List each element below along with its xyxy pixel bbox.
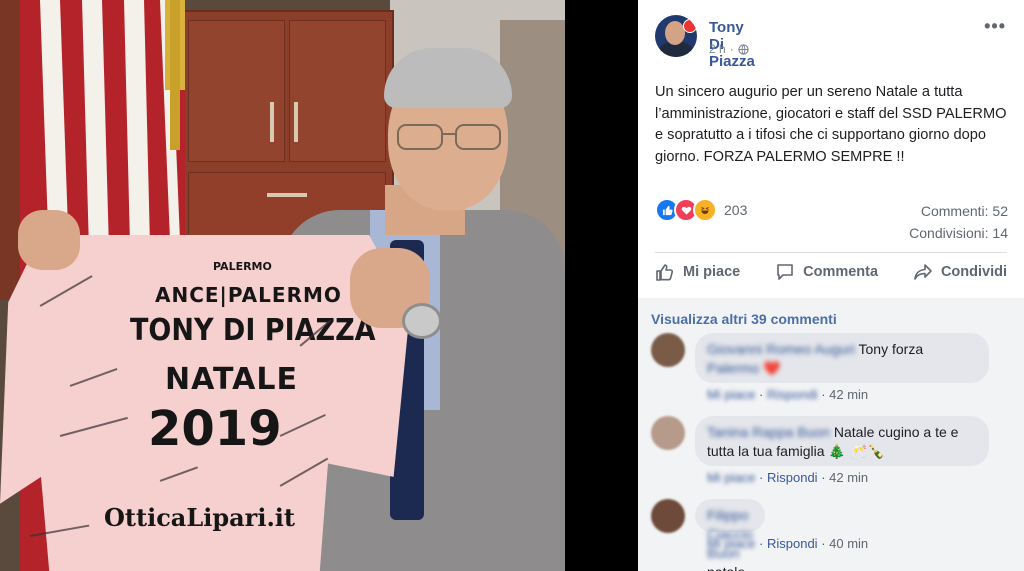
reactions-summary[interactable]: 203 <box>655 198 747 222</box>
comment-like-link[interactable]: Mi piace <box>707 387 755 402</box>
commenter-name[interactable]: Filippo Ciaccio Buon <box>707 507 753 561</box>
comment-reply-link[interactable]: Rispondi <box>767 536 818 551</box>
post-time[interactable]: 2 h <box>709 42 726 56</box>
left-hand <box>18 210 80 270</box>
comment-reply-link[interactable]: Rispondi <box>767 470 818 485</box>
thumbs-up-icon <box>656 264 674 281</box>
comment-text: Natale cugino a te e <box>833 424 959 440</box>
haha-icon <box>693 198 717 222</box>
comment-bubble: Tanina Rappa Buon Natale cugino a te e t… <box>695 416 989 466</box>
jersey-bottom-sponsor: OtticaLipari.it <box>104 503 296 532</box>
hair <box>384 48 512 108</box>
more-options-icon[interactable]: ••• <box>984 16 1006 37</box>
comment-avatar[interactable] <box>651 333 685 367</box>
eyeglasses <box>397 124 501 150</box>
jersey-brand: PALERMO <box>213 260 272 273</box>
comment-reply-link[interactable]: Rispondi <box>767 387 818 402</box>
post-meta: 2 h · <box>709 42 749 56</box>
jersey-year: 2019 <box>148 401 282 457</box>
shares-count[interactable]: Condivisioni: 14 <box>909 222 1008 244</box>
comments-count[interactable]: Commenti: 52 <box>909 200 1008 222</box>
comment-meta: Mi piace · Rispondi · 40 min <box>707 536 869 551</box>
commenter-name[interactable]: Giovanni Romeo Auguri <box>707 341 855 357</box>
globe-icon <box>738 43 749 55</box>
wristwatch <box>402 303 442 339</box>
comment-time: 42 min <box>829 387 869 402</box>
comment-meta: Mi piace · Rispondi · 42 min <box>707 387 869 402</box>
comment-icon <box>777 264 793 280</box>
like-button[interactable]: Mi piace <box>655 262 740 282</box>
avatar[interactable] <box>655 15 697 57</box>
share-icon <box>914 264 932 280</box>
divider <box>655 252 1007 253</box>
action-bar: Mi piace Commenta Condividi <box>655 262 1007 282</box>
comment-meta: Mi piace · Rispondi · 42 min <box>707 470 869 485</box>
share-button[interactable]: Condividi <box>913 262 1007 282</box>
comment-button[interactable]: Commenta <box>775 262 878 282</box>
post-stats: Commenti: 52 Condivisioni: 14 <box>909 200 1008 244</box>
commenter-name[interactable]: Tanina Rappa Buon <box>707 424 830 440</box>
reaction-count: 203 <box>724 202 748 218</box>
comment-avatar[interactable] <box>651 499 685 533</box>
comment-time: 40 min <box>829 536 869 551</box>
comment-time: 42 min <box>829 470 869 485</box>
comment-like-link[interactable]: Mi piace <box>707 470 755 485</box>
comment-bubble: Filippo Ciaccio Buon natale <box>695 499 765 571</box>
post-text: Un sincero augurio per un sereno Natale … <box>655 84 1007 165</box>
comments-section: Visualizza altri 39 commenti Giovanni Ro… <box>638 298 1024 571</box>
comment-bubble: Giovanni Romeo Auguri Tony forza Palermo… <box>695 333 989 383</box>
post-panel: Tony Di Piazza 2 h · ••• Un sincero augu… <box>638 0 1024 571</box>
jersey-name: TONY DI PIAZZA <box>130 313 376 348</box>
jersey-natale: NATALE <box>165 362 298 397</box>
comment-text-cont: Palermo ❤️ <box>707 360 781 376</box>
comment-text: natale <box>707 564 745 571</box>
jersey-sponsor: ANCE|PALERMO <box>155 283 342 307</box>
comment-like-link[interactable]: Mi piace <box>707 536 755 551</box>
comment-avatar[interactable] <box>651 416 685 450</box>
comment-text-cont: tutta la tua famiglia 🎄 🥂🍾 <box>707 443 885 459</box>
comment-text: Tony forza <box>858 341 924 357</box>
view-more-comments-link[interactable]: Visualizza altri 39 commenti <box>651 311 837 327</box>
post-photo[interactable]: PALERMO ANCE|PALERMO TONY DI PIAZZA NATA… <box>0 0 565 571</box>
